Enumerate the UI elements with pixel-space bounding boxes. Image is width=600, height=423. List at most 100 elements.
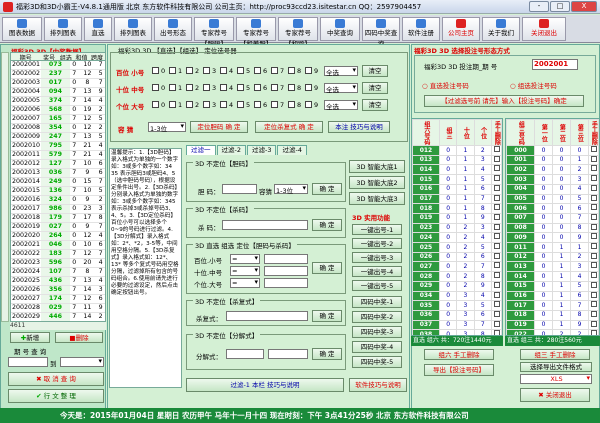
digit-checkbox[interactable]	[305, 84, 312, 91]
close-exit-button[interactable]: ✖ 关闭退出	[520, 388, 590, 402]
query-to-select[interactable]	[60, 357, 104, 367]
grid-row[interactable]: 005 0 0 5	[506, 193, 599, 205]
export-format-select[interactable]: XLS	[520, 374, 592, 384]
grid-delete-cell[interactable]	[588, 145, 599, 156]
history-row[interactable]: 2002023 596 0 20 4	[11, 258, 105, 269]
delete-checkbox[interactable]	[590, 291, 597, 298]
group-radio[interactable]: ○ 组选投注号码	[510, 80, 557, 90]
delete-checkbox[interactable]	[590, 165, 597, 172]
grid-row[interactable]: 014 0 1 4	[506, 271, 599, 282]
grid-delete-cell[interactable]	[588, 174, 599, 185]
delete-checkbox[interactable]	[493, 301, 500, 308]
delete-checkbox[interactable]	[493, 262, 500, 269]
tab-filter-4[interactable]: 过滤-4	[277, 145, 307, 155]
history-row[interactable]: 2002029 446 7 14 2	[11, 312, 105, 321]
delete-checkbox[interactable]	[590, 184, 597, 191]
direct-radio[interactable]: ○ 直选投注号码	[422, 80, 469, 90]
delete-checkbox[interactable]	[493, 272, 500, 279]
delete-checkbox[interactable]	[493, 291, 500, 298]
digit-checkbox[interactable]	[203, 67, 210, 74]
input-bet-button[interactable]: 【过滤选号前 请先】输入【投注号码】确定	[424, 95, 584, 107]
grid-row[interactable]: 011 0 1 1	[506, 242, 599, 253]
grid-delete-cell[interactable]	[491, 300, 502, 311]
grid-delete-cell[interactable]	[491, 212, 502, 224]
digit-checkbox[interactable]	[152, 101, 159, 108]
smart-base-button-3[interactable]: 3D 智能大底3	[349, 192, 405, 205]
g3-value-input[interactable]	[264, 278, 308, 288]
select-all-dropdown-2[interactable]: 全选	[324, 100, 358, 111]
history-row[interactable]: 2002020 264 0 12 4	[11, 231, 105, 242]
history-row[interactable]: 2002027 174 7 12 6	[11, 294, 105, 305]
tab-filter-3[interactable]: 过滤-3	[246, 145, 277, 155]
delete-checkbox[interactable]	[493, 310, 500, 317]
dan-confirm-button[interactable]: 确 定	[312, 183, 342, 195]
delete-checkbox[interactable]	[590, 310, 597, 317]
issue-input[interactable]: 2002001	[532, 59, 578, 70]
history-row[interactable]: 2002012 127 7 10 6	[11, 159, 105, 170]
group6-grid[interactable]: 组六号码 组三 十位 个位 手工删除 012 0 1 2 013 0 1 3 014 0 1 4 015 0 1 5 01…	[411, 118, 503, 336]
tab-filter-1[interactable]: 过滤一	[186, 145, 216, 155]
grid-row[interactable]: 026 0 2 6	[412, 251, 502, 263]
history-row[interactable]: 2002026 356 7 14 3	[11, 285, 105, 296]
grid-row[interactable]: 025 0 2 5	[412, 242, 502, 253]
history-row[interactable]: 2002024 107 7 8 7	[11, 267, 105, 278]
history-row[interactable]: 2002010 795 7 21 4	[11, 141, 105, 152]
grid-delete-cell[interactable]	[588, 183, 599, 195]
history-row[interactable]: 2002002 237 7 12 5	[11, 69, 105, 80]
grid-row[interactable]: 037 0 3 7	[412, 319, 502, 331]
history-row[interactable]: 2002019 027 0 9 7	[11, 222, 105, 233]
grid-delete-cell[interactable]	[588, 261, 599, 273]
grid-row[interactable]: 000 0 0 0	[506, 145, 599, 156]
digit-checkbox[interactable]	[271, 84, 278, 91]
add-button[interactable]: ✚新增	[10, 332, 50, 343]
delete-checkbox[interactable]	[590, 194, 597, 201]
four-code-button-2[interactable]: 四码中奖-2	[352, 311, 402, 323]
grid-row[interactable]: 019 0 1 9	[412, 212, 502, 224]
delete-checkbox[interactable]	[590, 320, 597, 327]
delete-checkbox[interactable]	[590, 155, 597, 162]
digit-checkbox[interactable]	[305, 67, 312, 74]
digit-checkbox[interactable]	[254, 84, 261, 91]
grid-row[interactable]: 012 0 1 2	[506, 251, 599, 263]
delete-checkbox[interactable]	[493, 233, 500, 240]
grid-row[interactable]: 023 0 2 3	[412, 222, 502, 234]
delete-checkbox[interactable]	[493, 213, 500, 220]
one-key-button-2[interactable]: 一键出号-2	[352, 238, 402, 249]
delete-checkbox[interactable]	[493, 155, 500, 162]
clear-button-2[interactable]: 清空	[362, 99, 388, 111]
grid-row[interactable]: 013 0 1 3	[506, 261, 599, 273]
history-table[interactable]: 2002001 073 0 10 7 2002002 237 7 12 5 2002003 017 0 8…	[10, 60, 106, 322]
group3-manual-delete[interactable]: 组三 手工删除	[520, 349, 590, 360]
delete-checkbox[interactable]	[590, 146, 597, 152]
digit-checkbox[interactable]	[169, 101, 176, 108]
delete-checkbox[interactable]	[590, 204, 597, 211]
position-dan-kill-confirm[interactable]: 确 定	[312, 262, 342, 274]
grid-delete-cell[interactable]	[491, 193, 502, 205]
group6-manual-delete[interactable]: 组六 手工删除	[424, 349, 494, 360]
grid-delete-cell[interactable]	[491, 319, 502, 331]
decompose-confirm[interactable]: 确 定	[312, 348, 342, 360]
digit-checkbox[interactable]	[254, 67, 261, 74]
digit-checkbox[interactable]	[237, 84, 244, 91]
digit-checkbox[interactable]	[288, 101, 295, 108]
digit-checkbox[interactable]	[271, 67, 278, 74]
grid-delete-cell[interactable]	[588, 203, 599, 214]
history-row[interactable]: 2002007 165 7 12 5	[11, 114, 105, 125]
delete-checkbox[interactable]	[493, 281, 500, 288]
delete-checkbox[interactable]	[590, 223, 597, 230]
grid-row[interactable]: 016 0 1 6	[412, 183, 502, 195]
digit-checkbox[interactable]	[305, 101, 312, 108]
grid-delete-cell[interactable]	[491, 154, 502, 166]
one-key-button-4[interactable]: 一键出号-4	[352, 266, 402, 277]
grid-row[interactable]: 006 0 0 6	[506, 203, 599, 214]
history-row[interactable]: 2002016 324 0 9 2	[11, 195, 105, 206]
history-row[interactable]: 2002008 354 0 12 2	[11, 123, 105, 134]
delete-checkbox[interactable]	[493, 252, 500, 259]
digit-checkbox[interactable]	[186, 84, 193, 91]
grid-row[interactable]: 004 0 0 4	[506, 183, 599, 195]
grid-delete-cell[interactable]	[588, 290, 599, 302]
toolbar-button-8[interactable]: 中奖查询	[320, 17, 360, 41]
grid-delete-cell[interactable]	[588, 251, 599, 263]
grid-delete-cell[interactable]	[491, 261, 502, 273]
grid-row[interactable]: 017 0 1 7	[412, 193, 502, 205]
